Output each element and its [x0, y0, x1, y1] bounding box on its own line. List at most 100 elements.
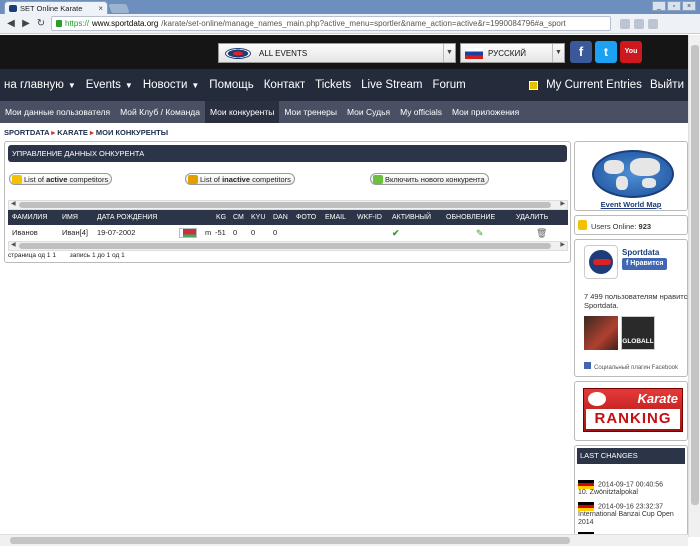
scroll-left-icon[interactable]: ◀: [11, 241, 16, 248]
col-wkf-id[interactable]: WKF-ID: [357, 210, 382, 225]
bookmark-star-icon[interactable]: [620, 18, 630, 29]
inactive-competitors-button[interactable]: List of inactive competitors: [185, 173, 295, 185]
menu-item-label: на главную: [4, 79, 64, 91]
trash-icon[interactable]: 🗑: [536, 227, 547, 239]
menu-item-home[interactable]: на главную ▼: [4, 79, 76, 91]
breadcrumb: SPORTDATA ▸ KARATE ▸ МОИ КОНКУРЕНТЫ: [4, 128, 168, 137]
cell-cm: 0: [233, 228, 238, 237]
menu-item-events[interactable]: Events ▼: [86, 79, 133, 91]
scroll-left-icon[interactable]: ◀: [11, 200, 16, 207]
scrollbar-thumb[interactable]: [19, 202, 551, 208]
menu-item-label: Tickets: [315, 79, 352, 91]
menu-item-live-stream[interactable]: Live Stream: [361, 79, 422, 91]
col-dan[interactable]: DAN: [273, 210, 288, 225]
submenu-my-coaches[interactable]: Мои тренеры: [279, 101, 342, 123]
scroll-right-icon[interactable]: ▶: [560, 241, 565, 248]
add-competitor-button[interactable]: Включить нового конкурента: [370, 173, 489, 185]
active-competitors-button[interactable]: List of active competitors: [9, 173, 113, 185]
language-select[interactable]: РУССКИЙ ▼: [460, 43, 565, 63]
list-item[interactable]: 2014-09-17 00:40:56 10. Zwönitztalpokal: [578, 480, 686, 497]
submenu-my-competitors[interactable]: Мои конкуренты: [204, 101, 280, 123]
scroll-right-icon[interactable]: ▶: [560, 200, 565, 207]
col-delete[interactable]: УДАЛИТЬ: [516, 210, 548, 225]
minimize-button[interactable]: _: [652, 1, 666, 11]
secure-lock-icon: [56, 20, 62, 27]
menu-item-forum[interactable]: Forum: [433, 79, 466, 91]
menu-item-label: Forum: [432, 79, 466, 91]
fb-plugin-text[interactable]: Социальный плагин Facebook: [584, 362, 678, 371]
submenu-my-applications[interactable]: Мои приложения: [447, 101, 524, 123]
table-scrollbar-top[interactable]: ◀ ▶: [8, 200, 568, 210]
table-footer: страница од 1 1 запись 1 до 1 од 1: [8, 252, 125, 259]
chevron-down-icon: ▼: [443, 44, 455, 62]
back-arrow-icon[interactable]: ◀: [6, 18, 16, 29]
list-item[interactable]: 2014-09-16 23:32:37 International Banzai…: [578, 502, 686, 527]
maximize-button[interactable]: ▫: [667, 1, 681, 11]
fb-like-button[interactable]: f Нравится: [622, 258, 668, 270]
cell-dan: 0: [273, 228, 278, 237]
germany-flag-icon: [578, 480, 594, 489]
url-scheme: https://: [65, 19, 90, 28]
event-world-map-link[interactable]: Event World Map: [575, 200, 687, 209]
scrollbar-thumb[interactable]: [691, 45, 699, 505]
col-photo[interactable]: ФОТО: [296, 210, 316, 225]
col-update[interactable]: ОБНОВЛЕНИЕ: [446, 210, 495, 225]
extension-icon[interactable]: [634, 18, 644, 29]
menu-item-label: Контакт: [263, 79, 306, 91]
fan-photo-2[interactable]: GLOBALL: [621, 316, 655, 350]
col-kyu[interactable]: KYU: [251, 210, 265, 225]
last-changes-title: LAST CHANGES: [577, 448, 685, 464]
germany-flag-icon: [578, 502, 594, 511]
breadcrumb-current: МОИ КОНКУРЕНТЫ: [95, 128, 169, 137]
col-firstname[interactable]: ИМЯ: [62, 210, 78, 225]
karate-ranking-banner[interactable]: Karate RANKING: [583, 388, 683, 432]
breadcrumb-separator-icon: ▸: [90, 128, 94, 137]
users-inactive-icon: [188, 175, 198, 184]
world-map-icon[interactable]: [592, 150, 674, 198]
scrollbar-thumb[interactable]: [10, 537, 570, 544]
menu-item-tickets[interactable]: Tickets: [315, 79, 351, 91]
cell-firstname[interactable]: Иван[4]: [62, 227, 88, 239]
submenu-my-user-data[interactable]: Мои данные пользователя: [0, 101, 115, 123]
col-dob[interactable]: ДАТА РОЖДЕНИЯ: [97, 210, 157, 225]
submenu-my-officials[interactable]: My officials: [395, 101, 447, 123]
forward-arrow-icon[interactable]: ▶: [21, 18, 31, 29]
menu-item-news[interactable]: Новости ▼: [143, 79, 199, 91]
menu-item-help[interactable]: Помощь: [209, 79, 253, 91]
page-vertical-scrollbar[interactable]: [688, 35, 700, 537]
facebook-icon[interactable]: f: [570, 41, 592, 63]
my-current-entries-link[interactable]: My Current Entries: [546, 79, 642, 91]
twitter-icon[interactable]: t: [595, 41, 617, 63]
event-select[interactable]: ALL EVENTS ▼: [218, 43, 456, 63]
col-lastname[interactable]: ФАМИЛИЯ: [12, 210, 47, 225]
menu-item-contact[interactable]: Контакт: [264, 79, 305, 91]
breadcrumb-sportdata[interactable]: SPORTDATA: [4, 128, 49, 137]
sportdata-fb-logo-icon[interactable]: [584, 245, 618, 279]
fb-page-name[interactable]: Sportdata: [622, 248, 659, 257]
youtube-icon[interactable]: You: [620, 41, 642, 63]
scrollbar-thumb[interactable]: [19, 243, 551, 249]
fan-photo-1[interactable]: [584, 316, 618, 350]
new-tab-button[interactable]: [108, 4, 130, 13]
address-bar[interactable]: https://www.sportdata.org/karate/set-onl…: [51, 16, 611, 31]
submenu-my-referees[interactable]: Мои Судья: [342, 101, 395, 123]
page-horizontal-scrollbar[interactable]: [0, 534, 688, 546]
col-kg[interactable]: KG: [216, 210, 226, 225]
table-scrollbar-bottom[interactable]: ◀ ▶: [8, 241, 568, 251]
submenu-my-club[interactable]: Мой Клуб / Команда: [115, 101, 205, 123]
breadcrumb-karate[interactable]: KARATE: [57, 128, 88, 137]
edit-icon[interactable]: ✎: [476, 227, 484, 239]
col-email[interactable]: EMAIL: [325, 210, 346, 225]
reload-icon[interactable]: ↻: [36, 18, 46, 29]
breadcrumb-separator-icon: ▸: [51, 128, 56, 137]
browser-tab[interactable]: SET Online Karate ×: [4, 1, 108, 14]
tab-close-icon[interactable]: ×: [98, 4, 103, 13]
menu-icon[interactable]: [648, 18, 658, 29]
action-buttons: List of active competitors List of inact…: [5, 173, 570, 187]
col-cm[interactable]: CM: [233, 210, 244, 225]
sub-menu: Мои данные пользователя Мой Клуб / Коман…: [0, 101, 688, 123]
close-window-button[interactable]: ×: [682, 1, 696, 11]
col-active[interactable]: АКТИВНЫЙ: [392, 210, 431, 225]
active-check-icon[interactable]: ✔: [392, 227, 400, 239]
logout-link[interactable]: Выйти: [650, 79, 684, 91]
